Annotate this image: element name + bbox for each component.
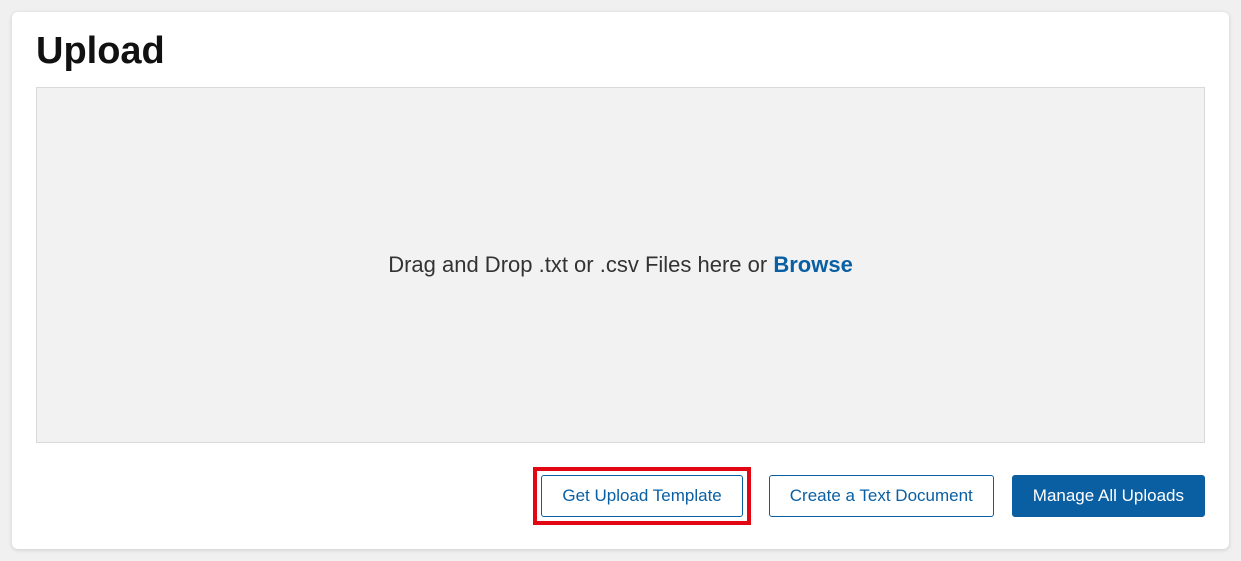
upload-card: Upload Drag and Drop .txt or .csv Files … bbox=[12, 12, 1229, 549]
get-upload-template-button[interactable]: Get Upload Template bbox=[541, 475, 742, 517]
browse-link[interactable]: Browse bbox=[773, 252, 852, 277]
dropzone-text: Drag and Drop .txt or .csv Files here or bbox=[388, 252, 773, 277]
file-dropzone[interactable]: Drag and Drop .txt or .csv Files here or… bbox=[36, 87, 1205, 443]
create-text-document-button[interactable]: Create a Text Document bbox=[769, 475, 994, 517]
button-row: Get Upload Template Create a Text Docume… bbox=[36, 467, 1205, 525]
dropzone-content: Drag and Drop .txt or .csv Files here or… bbox=[388, 252, 853, 278]
manage-all-uploads-button[interactable]: Manage All Uploads bbox=[1012, 475, 1205, 517]
highlight-box: Get Upload Template bbox=[533, 467, 750, 525]
page-title: Upload bbox=[36, 30, 1205, 73]
